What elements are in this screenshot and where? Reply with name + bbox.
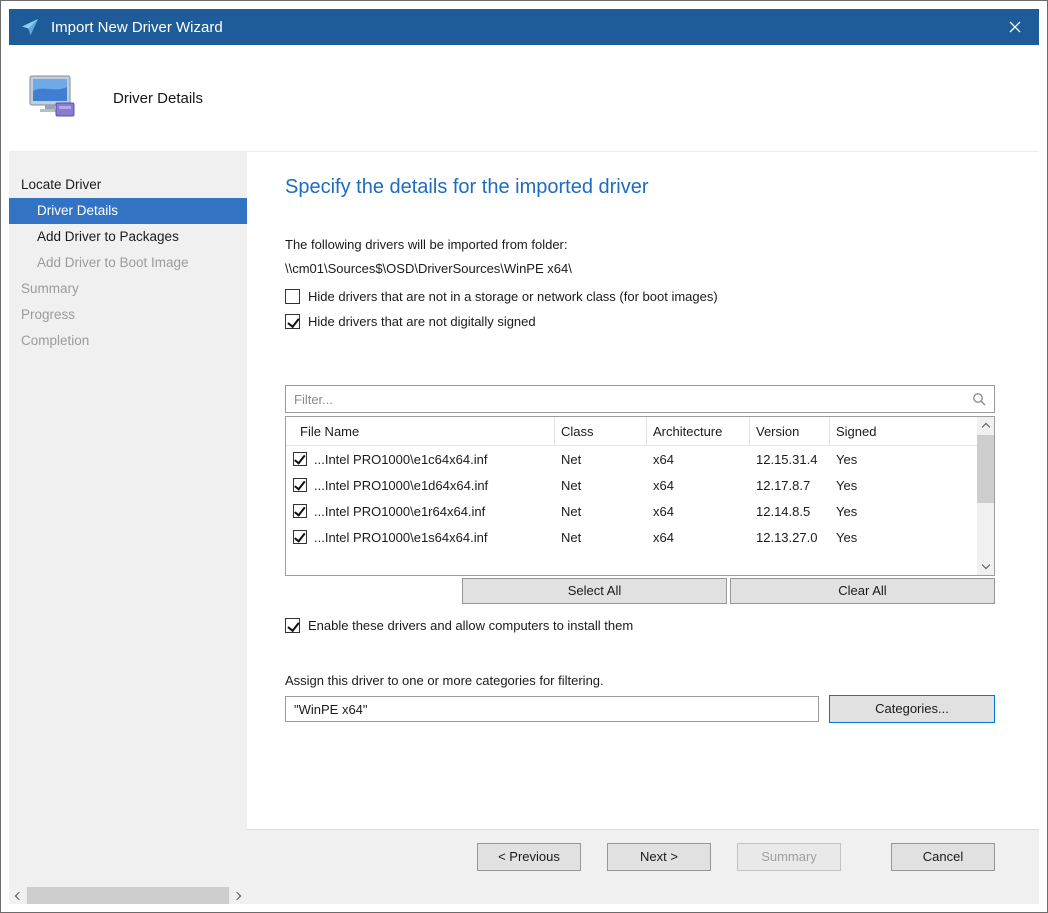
assign-categories-note: Assign this driver to one or more catego… — [285, 673, 995, 688]
cell-architecture: x64 — [646, 530, 749, 545]
hide-unsigned-checkbox[interactable]: Hide drivers that are not digitally sign… — [285, 314, 995, 329]
checkbox-box[interactable] — [285, 618, 300, 633]
chevron-right-icon — [233, 891, 241, 899]
cell-version: 12.13.27.0 — [749, 530, 829, 545]
table-row[interactable]: ...Intel PRO1000\e1d64x64.inf Net x64 12… — [286, 472, 977, 498]
scroll-down-button[interactable] — [977, 558, 994, 575]
wizard-footer: < Previous Next > Summary Cancel — [247, 829, 1039, 904]
title-bar: Import New Driver Wizard — [9, 9, 1039, 45]
close-button[interactable] — [995, 12, 1035, 42]
chevron-up-icon — [981, 423, 989, 431]
step-summary: Summary — [9, 276, 247, 302]
step-add-driver-to-packages[interactable]: Add Driver to Packages — [9, 224, 247, 250]
drivers-table: File Name Class Architecture Version Sig… — [285, 416, 995, 576]
row-checkbox[interactable] — [293, 478, 307, 492]
checkbox-box[interactable] — [285, 314, 300, 329]
clear-all-button[interactable]: Clear All — [730, 578, 995, 604]
column-header-signed[interactable]: Signed — [829, 417, 977, 445]
cell-file-name: ...Intel PRO1000\e1c64x64.inf — [314, 452, 487, 467]
column-header-file-name[interactable]: File Name — [286, 417, 554, 445]
previous-button[interactable]: < Previous — [477, 843, 581, 871]
checkbox-label: Enable these drivers and allow computers… — [308, 618, 633, 633]
categories-input[interactable] — [285, 696, 819, 722]
close-icon — [1009, 21, 1021, 33]
cell-version: 12.14.8.5 — [749, 504, 829, 519]
table-header-row: File Name Class Architecture Version Sig… — [286, 417, 977, 446]
driver-details-panel: Specify the details for the imported dri… — [247, 152, 1039, 829]
cell-version: 12.17.8.7 — [749, 478, 829, 493]
step-driver-details[interactable]: Driver Details — [9, 198, 247, 224]
page-heading: Specify the details for the imported dri… — [285, 176, 995, 199]
cell-file-name: ...Intel PRO1000\e1r64x64.inf — [314, 504, 485, 519]
filter-box — [285, 385, 995, 413]
row-checkbox[interactable] — [293, 504, 307, 518]
cell-class: Net — [554, 478, 646, 493]
checkbox-label: Hide drivers that are not digitally sign… — [308, 314, 536, 329]
column-header-architecture[interactable]: Architecture — [646, 417, 749, 445]
scroll-up-button[interactable] — [977, 417, 994, 434]
spacer — [285, 723, 995, 829]
cell-signed: Yes — [829, 452, 977, 467]
page-title: Driver Details — [113, 90, 203, 107]
summary-button: Summary — [737, 843, 841, 871]
import-folder-note: The following drivers will be imported f… — [285, 237, 995, 252]
table-row[interactable]: ...Intel PRO1000\e1r64x64.inf Net x64 12… — [286, 498, 977, 524]
hide-storage-network-checkbox[interactable]: Hide drivers that are not in a storage o… — [285, 289, 995, 304]
enable-drivers-checkbox[interactable]: Enable these drivers and allow computers… — [285, 618, 995, 633]
cell-file-name: ...Intel PRO1000\e1s64x64.inf — [314, 530, 487, 545]
column-header-class[interactable]: Class — [554, 417, 646, 445]
import-new-driver-wizard-window: Import New Driver Wizard Driver Details … — [0, 0, 1048, 913]
step-progress: Progress — [9, 302, 247, 328]
wizard-header: Driver Details — [9, 45, 1039, 152]
cancel-button[interactable]: Cancel — [891, 843, 995, 871]
step-locate-driver[interactable]: Locate Driver — [9, 172, 247, 198]
cell-signed: Yes — [829, 478, 977, 493]
table-row[interactable]: ...Intel PRO1000\e1c64x64.inf Net x64 12… — [286, 446, 977, 472]
checkbox-label: Hide drivers that are not in a storage o… — [308, 289, 718, 304]
import-folder-path: \\cm01\Sources$\OSD\DriverSources\WinPE … — [285, 261, 995, 276]
cell-class: Net — [554, 530, 646, 545]
categories-button[interactable]: Categories... — [829, 695, 995, 723]
chevron-left-icon — [15, 891, 23, 899]
categories-row: Categories... — [285, 695, 995, 723]
spacer — [285, 578, 462, 604]
step-add-driver-to-boot-image: Add Driver to Boot Image — [9, 250, 247, 276]
chevron-down-icon — [981, 561, 989, 569]
wizard-steps-sidebar: Locate Driver Driver Details Add Driver … — [9, 152, 247, 904]
table-vertical-scrollbar[interactable] — [977, 417, 994, 575]
row-checkbox[interactable] — [293, 452, 307, 466]
horizontal-scrollbar-thumb[interactable] — [27, 887, 229, 904]
table-row[interactable]: ...Intel PRO1000\e1s64x64.inf Net x64 12… — [286, 524, 977, 550]
cell-architecture: x64 — [646, 478, 749, 493]
sidebar-horizontal-scrollbar[interactable] — [9, 887, 247, 904]
search-icon — [972, 392, 986, 406]
cell-version: 12.15.31.4 — [749, 452, 829, 467]
wizard-icon — [20, 17, 40, 37]
select-all-button[interactable]: Select All — [462, 578, 727, 604]
next-button[interactable]: Next > — [607, 843, 711, 871]
cell-file-name: ...Intel PRO1000\e1d64x64.inf — [314, 478, 488, 493]
row-checkbox[interactable] — [293, 530, 307, 544]
scroll-right-button[interactable] — [230, 887, 247, 904]
vertical-scrollbar-thumb[interactable] — [977, 435, 994, 503]
cell-class: Net — [554, 452, 646, 467]
window-title: Import New Driver Wizard — [51, 19, 223, 36]
cell-signed: Yes — [829, 504, 977, 519]
wizard-content: Specify the details for the imported dri… — [247, 152, 1039, 904]
cell-class: Net — [554, 504, 646, 519]
filter-input[interactable] — [285, 385, 995, 413]
cell-architecture: x64 — [646, 504, 749, 519]
drivers-table-main: File Name Class Architecture Version Sig… — [286, 417, 977, 575]
selection-buttons-row: Select All Clear All — [285, 578, 995, 604]
step-completion: Completion — [9, 328, 247, 354]
checkbox-box[interactable] — [285, 289, 300, 304]
computer-icon — [28, 75, 80, 121]
cell-architecture: x64 — [646, 452, 749, 467]
scroll-left-button[interactable] — [9, 887, 26, 904]
column-header-version[interactable]: Version — [749, 417, 829, 445]
cell-signed: Yes — [829, 530, 977, 545]
wizard-body: Locate Driver Driver Details Add Driver … — [9, 152, 1039, 904]
scrollbar-track[interactable] — [977, 504, 994, 558]
